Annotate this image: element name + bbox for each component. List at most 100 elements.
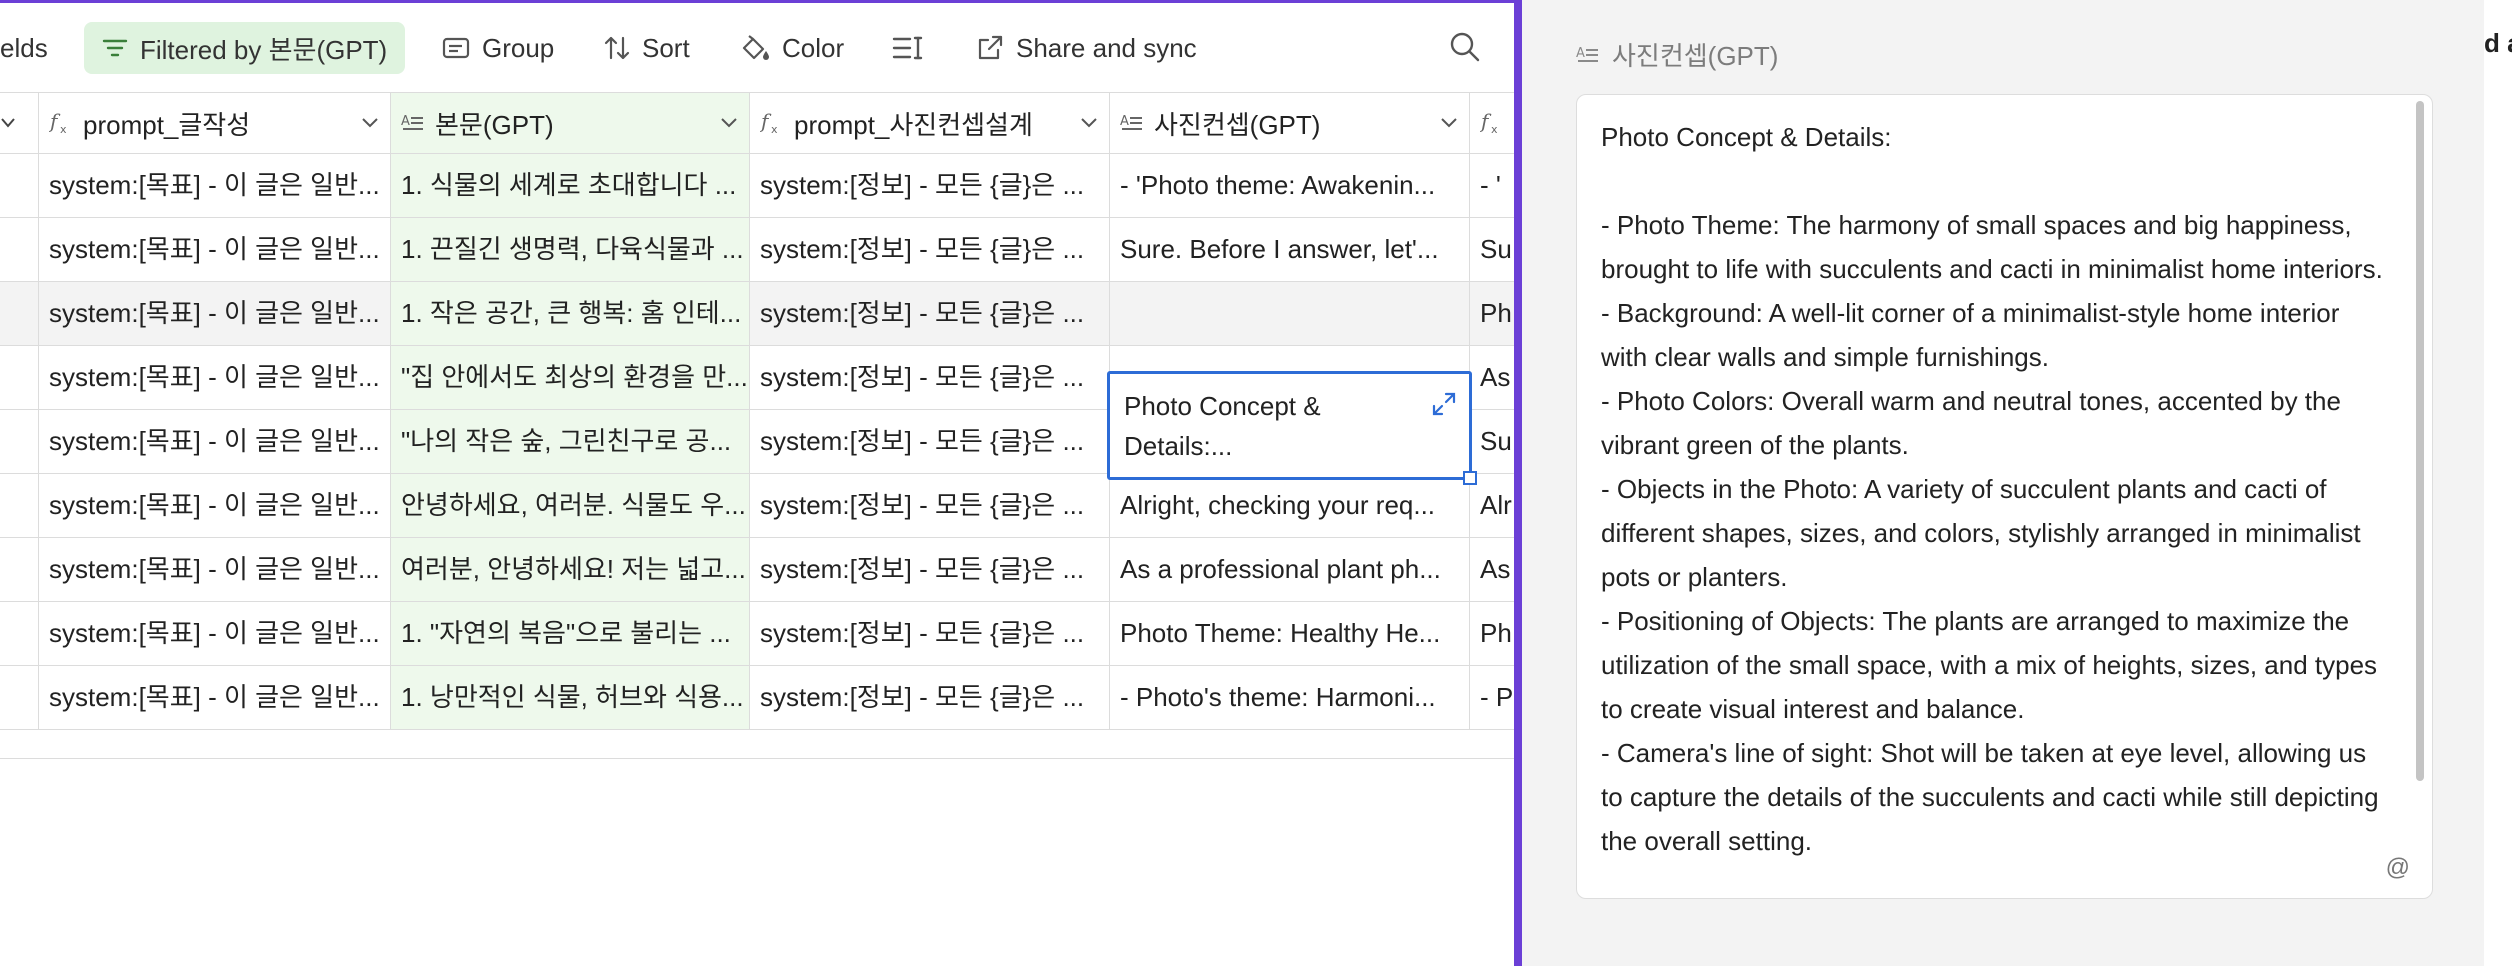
panel-divider xyxy=(1514,0,1522,966)
table-cell[interactable]: Photo Theme: Healthy He... xyxy=(1110,602,1470,665)
table-cell[interactable]: system:[정보] - 모든 {글}은 ... xyxy=(750,282,1110,345)
table-row[interactable]: system:[목표] - 이 글은 일반... 1. "자연의 복음"으로 불리… xyxy=(0,602,1514,666)
table-cell[interactable]: system:[정보] - 모든 {글}은 ... xyxy=(750,218,1110,281)
table-cell[interactable]: system:[목표] - 이 글은 일반... xyxy=(39,154,391,217)
table-cell[interactable]: "나의 작은 숲, 그린친구로 공... xyxy=(391,410,750,473)
panel-field-name: 사진컨셉(GPT) xyxy=(1612,41,1779,71)
table-row[interactable]: system:[목표] - 이 글은 일반... 1. 끈질긴 생명력, 다육식물… xyxy=(0,218,1514,282)
table-cell[interactable]: system:[목표] - 이 글은 일반... xyxy=(39,666,391,729)
search-icon xyxy=(1450,32,1480,62)
table-cell[interactable]: As a professional plant ph... xyxy=(1110,538,1470,601)
row-gutter[interactable] xyxy=(0,538,39,601)
row-gutter[interactable] xyxy=(0,282,39,345)
table-cell[interactable]: system:[목표] - 이 글은 일반... xyxy=(39,538,391,601)
table-cell[interactable]: Alright, checking your req... xyxy=(1110,474,1470,537)
table-cell[interactable]: 1. 작은 공간, 큰 행복: 홈 인테... xyxy=(391,282,750,345)
column-header-prompt-photo-concept[interactable]: fx prompt_사진컨셉설계 xyxy=(750,93,1110,153)
mention-button[interactable]: @ xyxy=(2386,854,2410,882)
editor-scrollbar[interactable] xyxy=(2416,101,2424,781)
column-header-label: prompt_사진컨셉설계 xyxy=(794,109,1033,140)
share-and-sync-button[interactable]: Share and sync xyxy=(976,22,1197,74)
chevron-down-icon[interactable] xyxy=(1429,117,1469,129)
fill-handle[interactable] xyxy=(1463,471,1477,485)
expand-icon[interactable] xyxy=(1431,388,1457,428)
table-cell[interactable]: Su xyxy=(1470,410,1514,473)
table-cell[interactable]: system:[목표] - 이 글은 일반... xyxy=(39,410,391,473)
svg-text:A: A xyxy=(401,114,410,129)
sort-button[interactable]: Sort xyxy=(604,22,690,74)
column-header-body-gpt[interactable]: A 본문(GPT) xyxy=(391,93,750,153)
table-row[interactable]: system:[목표] - 이 글은 일반... 여러분, 안녕하세요! 저는 넓… xyxy=(0,538,1514,602)
color-button[interactable]: Color xyxy=(740,22,844,74)
panel-paragraph: - Background: A well-lit corner of a min… xyxy=(1601,298,2340,372)
column-header-prompt-writing[interactable]: fx prompt_글작성 xyxy=(39,93,391,153)
svg-text:x: x xyxy=(771,123,778,136)
table-row[interactable]: system:[목표] - 이 글은 일반... 1. 낭만적인 식물, 허브와 … xyxy=(0,666,1514,730)
table-cell[interactable] xyxy=(1110,282,1470,345)
panel-paragraph: - Positioning of Objects: The plants are… xyxy=(1601,606,2378,724)
table-cell[interactable]: 1. 식물의 세계로 초대합니다 ... xyxy=(391,154,750,217)
table-cell[interactable]: - 'Photo theme: Awakenin... xyxy=(1110,154,1470,217)
table-cell[interactable]: 1. 낭만적인 식물, 허브와 식용... xyxy=(391,666,750,729)
row-gutter[interactable] xyxy=(0,346,39,409)
table-row[interactable]: system:[목표] - 이 글은 일반... 1. 식물의 세계로 초대합니다… xyxy=(0,154,1514,218)
table-cell[interactable]: 안녕하세요, 여러분. 식물도 우... xyxy=(391,474,750,537)
column-header-photo-concept-gpt[interactable]: A 사진컨셉(GPT) xyxy=(1110,93,1470,153)
column-header-next[interactable]: fx xyxy=(1470,93,1514,153)
row-gutter[interactable] xyxy=(0,218,39,281)
sort-icon xyxy=(604,36,630,60)
add-record-row[interactable] xyxy=(0,758,1514,888)
chevron-down-icon[interactable] xyxy=(709,117,749,129)
table-cell[interactable]: system:[정보] - 모든 {글}은 ... xyxy=(750,154,1110,217)
group-label: Group xyxy=(482,32,555,63)
table-cell[interactable]: 1. 끈질긴 생명력, 다육식물과 ... xyxy=(391,218,750,281)
table-row[interactable]: system:[목표] - 이 글은 일반... 1. 작은 공간, 큰 행복: … xyxy=(0,282,1514,346)
table-cell[interactable]: 여러분, 안녕하세요! 저는 넓고... xyxy=(391,538,750,601)
table-cell[interactable]: system:[정보] - 모든 {글}은 ... xyxy=(750,666,1110,729)
share-external-icon xyxy=(978,35,1003,60)
long-text-content: Photo Concept & Details: - Photo Theme: T… xyxy=(1601,115,2391,863)
active-cell-photo-concept[interactable]: Photo Concept & Details:... xyxy=(1107,371,1477,485)
table-cell[interactable]: As xyxy=(1470,346,1514,409)
records-grid: fx prompt_글작성 A 본문(GPT) fx prompt_사진컨셉설계… xyxy=(0,92,1514,966)
table-cell[interactable]: system:[정보] - 모든 {글}은 ... xyxy=(750,346,1110,409)
long-text-icon: A xyxy=(1576,46,1598,62)
table-cell[interactable]: As xyxy=(1470,538,1514,601)
table-cell[interactable]: Sure. Before I answer, let'... xyxy=(1110,218,1470,281)
table-cell[interactable]: system:[정보] - 모든 {글}은 ... xyxy=(750,410,1110,473)
table-cell[interactable]: system:[목표] - 이 글은 일반... xyxy=(39,602,391,665)
long-text-icon: A xyxy=(1120,113,1154,133)
row-gutter[interactable] xyxy=(0,154,39,217)
table-cell[interactable]: - ' xyxy=(1470,154,1514,217)
hide-fields-button[interactable]: elds xyxy=(0,22,48,74)
table-cell[interactable]: system:[목표] - 이 글은 일반... xyxy=(39,218,391,281)
table-cell[interactable]: Ph xyxy=(1470,282,1514,345)
table-cell[interactable]: Su xyxy=(1470,218,1514,281)
table-cell[interactable]: Ph xyxy=(1470,602,1514,665)
search-button[interactable] xyxy=(1449,31,1481,68)
table-row[interactable]: system:[목표] - 이 글은 일반... 안녕하세요, 여러분. 식물도 … xyxy=(0,474,1514,538)
row-gutter[interactable] xyxy=(0,410,39,473)
table-cell[interactable]: system:[정보] - 모든 {글}은 ... xyxy=(750,538,1110,601)
filter-button[interactable]: Filtered by 본문(GPT) xyxy=(84,22,406,74)
row-gutter[interactable] xyxy=(0,666,39,729)
table-cell[interactable]: system:[정보] - 모든 {글}은 ... xyxy=(750,602,1110,665)
long-text-editor[interactable]: Photo Concept & Details: - Photo Theme: T… xyxy=(1576,94,2433,899)
table-cell[interactable]: system:[목표] - 이 글은 일반... xyxy=(39,474,391,537)
table-cell[interactable]: - P xyxy=(1470,666,1514,729)
table-cell[interactable]: system:[목표] - 이 글은 일반... xyxy=(39,282,391,345)
table-cell[interactable]: system:[목표] - 이 글은 일반... xyxy=(39,346,391,409)
chevron-down-icon[interactable] xyxy=(1069,117,1109,129)
table-cell[interactable]: 1. "자연의 복음"으로 불리는 ... xyxy=(391,602,750,665)
chevron-down-icon[interactable] xyxy=(350,117,390,129)
row-gutter[interactable] xyxy=(0,474,39,537)
table-cell[interactable]: system:[정보] - 모든 {글}은 ... xyxy=(750,474,1110,537)
table-cell[interactable]: - Photo's theme: Harmoni... xyxy=(1110,666,1470,729)
group-button[interactable]: Group xyxy=(442,22,554,74)
field-expand-panel: A 사진컨셉(GPT) Photo Concept & Details: - Ph… xyxy=(1522,0,2484,966)
active-cell-text: Photo Concept & Details:... xyxy=(1124,391,1321,461)
row-height-button[interactable] xyxy=(892,22,936,74)
row-gutter[interactable] xyxy=(0,602,39,665)
panel-paragraph: - Photo Theme: The harmony of small spac… xyxy=(1601,210,2383,284)
table-cell[interactable]: "집 안에서도 최상의 환경을 만... xyxy=(391,346,750,409)
